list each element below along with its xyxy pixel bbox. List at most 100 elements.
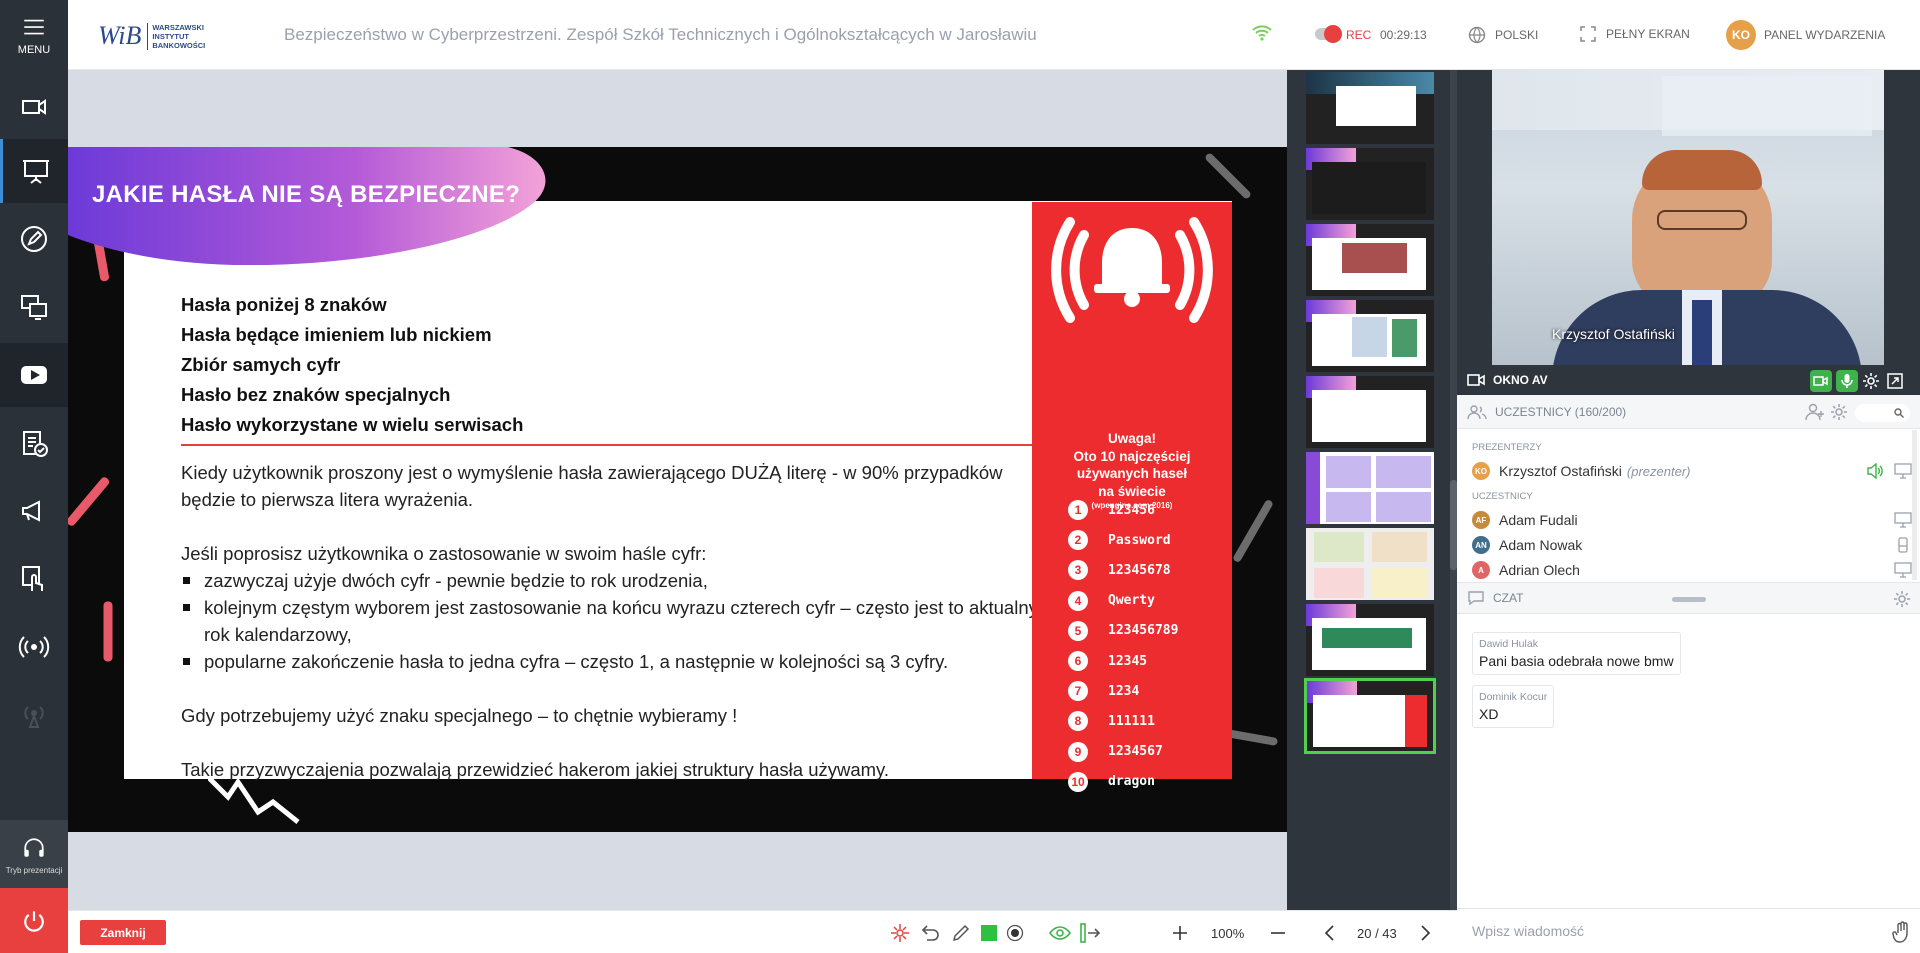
password-rank: 5 [1068,620,1088,641]
alarm-bell-icon [1051,217,1213,323]
slide-list-item: popularne zakończenie hasła to jedna cyf… [181,648,1061,675]
password-value: 1234 [1108,683,1140,699]
undo-icon [921,925,939,941]
previous-slide-button[interactable] [1319,922,1341,944]
desktop-icon [1894,512,1912,531]
chat-resize-handle[interactable] [1672,597,1706,602]
password-value: Password [1108,532,1171,548]
password-rank: 3 [1068,560,1088,581]
presenter-mode-button[interactable]: Tryb prezentacji [0,820,68,888]
add-participant-icon[interactable] [1805,403,1825,421]
slide-thumbnail[interactable] [1304,450,1436,526]
av-settings-button[interactable] [1860,370,1882,392]
language-selector[interactable]: POLSKI [1468,26,1538,44]
participants-label: UCZESTNICY [1472,491,1533,502]
presenters-label: PREZENTERZY [1472,442,1542,453]
scrollbar-thumb[interactable] [1450,480,1457,570]
thumbnails-scrollbar[interactable] [1450,70,1457,910]
video-camera-icon [1467,374,1485,386]
broadcast-disabled-icon [24,706,44,728]
pencil-button[interactable] [950,922,972,944]
microphone-toggle-button[interactable] [1836,370,1858,392]
fullscreen-button[interactable]: PEŁNY EKRAN [1580,26,1690,42]
sidebar-item-whiteboard[interactable] [0,207,68,271]
zoom-out-button[interactable] [1267,922,1289,944]
zoom-level: 100% [1211,926,1245,941]
right-panel: Krzysztof Ostafiński OKNO AV UCZESTNICY … [1457,70,1920,953]
laser-pointer-button[interactable] [889,922,911,944]
rec-toggle[interactable] [1315,25,1342,43]
presentation-icon [22,160,49,184]
color-swatch [981,925,997,941]
sidebar-item-interaction[interactable] [0,547,68,611]
brush-size-button[interactable] [1004,922,1026,944]
chat-settings-icon[interactable] [1893,590,1911,608]
dot-icon [1006,924,1024,942]
chat-header: CZAT [1457,582,1920,614]
close-presentation-button[interactable]: Zamknij [80,920,166,945]
slide-thumbnail[interactable] [1304,298,1436,374]
sidebar-item-screen-share[interactable] [0,275,68,339]
sidebar-item-broadcast-disabled [0,683,68,747]
participants-settings-icon[interactable] [1830,403,1848,421]
sidebar-item-presentation[interactable] [0,139,68,203]
eye-icon [1049,926,1071,940]
sidebar-item-tests[interactable] [0,411,68,475]
plus-icon [1173,926,1187,940]
participant-row[interactable]: AN Adam Nowak [1472,533,1912,557]
participant-row[interactable]: AF Adam Fudali [1472,508,1912,532]
sidebar-item-youtube[interactable] [0,343,68,407]
visibility-button[interactable] [1049,922,1071,944]
sidebar-item-camera[interactable] [0,75,68,139]
leave-button[interactable] [0,888,68,953]
password-list-item: 7 1234 [1068,676,1178,706]
slide-thumbnails [1287,70,1457,910]
chat-input[interactable] [1472,923,1872,939]
slide-thumbnail[interactable] [1304,602,1436,678]
next-slide-button[interactable] [1414,922,1436,944]
presenter-role: (prezenter) [1626,463,1691,479]
chat-icon [1468,591,1484,606]
video-window: Krzysztof Ostafiński [1457,70,1920,365]
av-window-bar: OKNO AV [1457,365,1920,395]
zoom-in-button[interactable] [1169,922,1191,944]
menu-button[interactable]: MENU [0,0,68,70]
password-value: 123456 [1108,502,1155,518]
raise-hand-icon[interactable] [1892,921,1912,943]
sync-slide-button[interactable] [1079,922,1101,944]
event-panel-button[interactable]: KO PANEL WYDARZENIA [1726,20,1885,50]
video-participant-name: Krzysztof Ostafiński [1552,326,1675,342]
pen-icon [21,226,47,252]
language-label: POLSKI [1495,28,1539,42]
camera-toggle-button[interactable] [1810,370,1832,392]
slide-thumbnail-active[interactable] [1304,678,1436,754]
slide-bullet: Hasło wykorzystane w wielu serwisach [181,414,524,435]
chat-message-author: Dominik Kocur [1479,691,1548,703]
slide-thumbnail[interactable] [1304,222,1436,298]
sidebar-item-announcements[interactable] [0,479,68,543]
participants-scrollbar[interactable] [1912,430,1917,580]
pencil-icon [952,924,970,942]
slide-thumbnail[interactable] [1304,70,1436,146]
bottom-toolbar: Zamknij 100% 20 / 43 [68,910,1457,953]
participant-row[interactable]: A Adrian Olech [1472,558,1912,580]
megaphone-icon [22,500,40,522]
chevron-left-icon [1324,925,1334,941]
undo-button[interactable] [919,922,941,944]
color-picker-button[interactable] [978,922,1000,944]
slide-decoration [68,475,111,528]
av-popout-button[interactable] [1884,370,1906,392]
presenter-name: Krzysztof Ostafiński [1499,463,1622,479]
fullscreen-icon [1580,26,1596,42]
password-rank: 10 [1068,771,1088,792]
password-rank: 7 [1068,681,1088,702]
slide-thumbnail[interactable] [1304,146,1436,222]
participants-search[interactable] [1855,404,1910,422]
password-list-item: 2 Password [1068,525,1178,555]
slide-thumbnail[interactable] [1304,526,1436,602]
presenter-row[interactable]: KO Krzysztof Ostafiński (prezenter) [1472,459,1912,483]
slide-bullet: Zbiór samych cyfr [181,354,341,375]
slide-thumbnail[interactable] [1304,374,1436,450]
sidebar-item-broadcast[interactable] [0,615,68,679]
password-list-item: 4 Qwerty [1068,586,1178,616]
